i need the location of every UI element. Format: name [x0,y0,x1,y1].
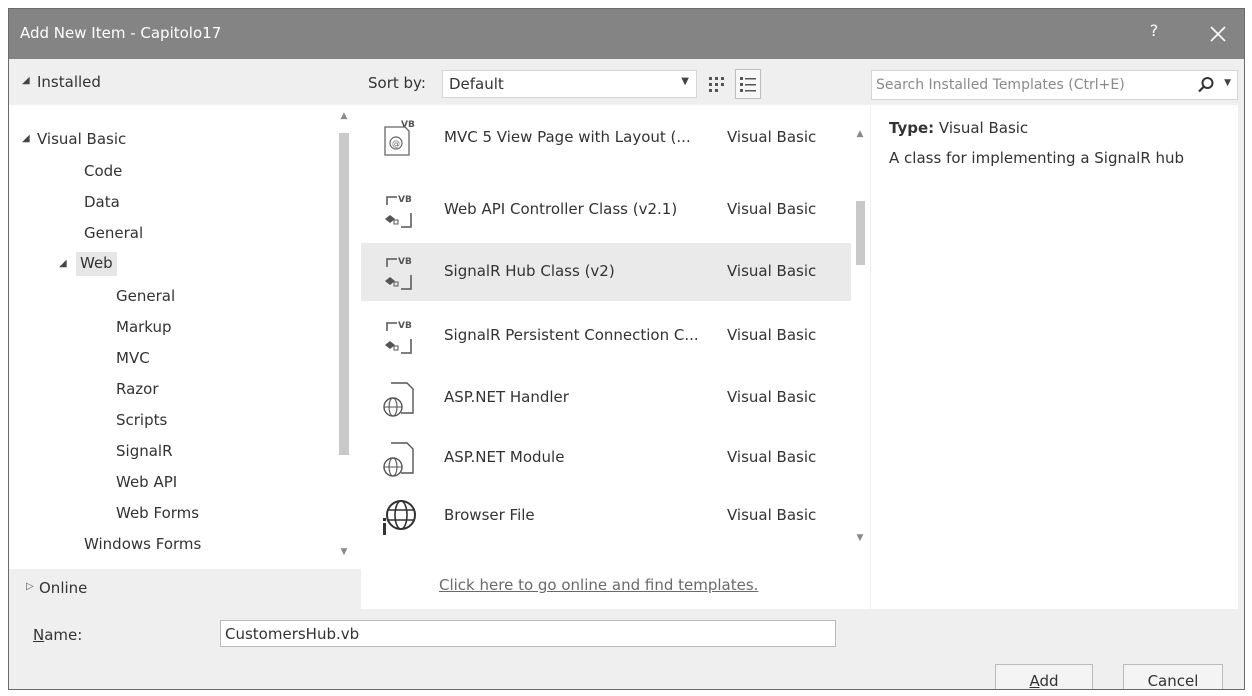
name-label-accelerator: N [33,626,45,644]
tree-item-web-api[interactable]: Web API [116,471,177,495]
template-item[interactable]: ASP.NET Handler Visual Basic [361,369,851,427]
template-name: Browser File [444,506,535,524]
template-description: A class for implementing a SignalR hub [889,149,1185,167]
tree-item-markup[interactable]: Markup [116,316,172,340]
svg-text:VB: VB [401,120,415,130]
template-name: ASP.NET Handler [444,388,569,406]
tree-scrollbar[interactable]: ▲ ▼ [336,105,352,569]
svg-text:VB: VB [398,321,412,331]
help-button[interactable]: ? [1143,21,1165,47]
svg-text:VB: VB [398,195,412,205]
template-list: @ VB MVC 5 View Page with Layout (... Vi… [361,105,870,569]
vb-class-icon: VB [385,257,412,290]
template-item[interactable]: Browser File Visual Basic [361,487,851,545]
type-label: Type: [889,119,935,137]
search-templates-box[interactable]: ▼ [871,70,1238,100]
add-button-accelerator: A [1029,672,1040,690]
online-link-area: Click here to go online and find templat… [361,569,870,609]
chevron-down-icon[interactable]: ▼ [1224,78,1231,88]
template-language: Visual Basic [727,388,817,406]
template-language: Visual Basic [727,262,817,280]
scroll-down-icon[interactable]: ▼ [337,547,351,557]
add-new-item-dialog: Add New Item - Capitolo17 ? ◢ Installed … [8,8,1245,690]
cancel-button[interactable]: Cancel [1123,664,1223,689]
tree-scrollbar-thumb[interactable] [339,133,349,455]
web-file-icon [383,382,414,417]
online-label: Online [39,579,88,597]
find-online-templates-link[interactable]: Click here to go online and find templat… [439,576,758,594]
tree-item-code[interactable]: Code [84,160,122,184]
template-item[interactable]: @ VB MVC 5 View Page with Layout (... Vi… [361,109,851,167]
template-name: Web API Controller Class (v2.1) [444,200,678,218]
svg-text:@: @ [392,139,400,148]
svg-text:VB: VB [398,257,412,267]
expand-triangle-icon[interactable]: ◢ [59,258,67,269]
tree-item-windows-forms[interactable]: Windows Forms [84,533,201,557]
tree-item-web-general[interactable]: General [116,285,175,309]
template-name: ASP.NET Module [444,448,565,466]
chevron-down-icon: ▼ [681,76,689,87]
installed-label: Installed [37,73,101,91]
browser-file-icon [383,500,416,535]
dialog-title: Add New Item - Capitolo17 [20,24,222,42]
list-view-icon [740,77,756,92]
template-type: Type: Visual Basic [889,119,1028,137]
vb-class-icon: VB [385,195,412,228]
template-item[interactable]: VB Web API Controller Class (v2.1) Visua… [361,181,851,239]
tree-item-scripts[interactable]: Scripts [116,409,167,433]
tree-item-general[interactable]: General [84,222,143,246]
scroll-up-icon[interactable]: ▲ [853,129,867,139]
template-item[interactable]: VB SignalR Hub Class (v2) Visual Basic [361,243,851,301]
web-file-icon [383,442,414,477]
tree-item-mvc[interactable]: MVC [116,347,150,371]
template-name: SignalR Hub Class (v2) [444,262,615,280]
add-button-text: dd [1039,672,1059,690]
category-tree: ◢ Visual Basic Code Data General ◢ Web G… [9,105,361,569]
template-list-scrollbar[interactable]: ▲ ▼ [852,105,868,569]
template-item[interactable]: VB SignalR Persistent Connection C... Vi… [361,307,851,365]
collapse-triangle-icon: ◢ [22,75,30,86]
title-bar: Add New Item - Capitolo17 ? [9,9,1244,59]
small-icons-grid-icon [709,77,724,92]
close-button[interactable] [1201,17,1235,51]
tree-item-signalr[interactable]: SignalR [116,440,173,464]
name-label-text: ame: [44,626,83,644]
installed-section-header[interactable]: ◢ Installed [9,59,361,105]
template-language: Visual Basic [727,200,817,218]
template-language: Visual Basic [727,128,817,146]
scroll-down-icon[interactable]: ▼ [853,533,867,543]
tree-item-visual-basic[interactable]: Visual Basic [37,128,126,152]
template-item[interactable]: ASP.NET Module Visual Basic [361,429,851,487]
scroll-up-icon[interactable]: ▲ [337,111,351,121]
template-list-scrollbar-thumb[interactable] [856,201,865,265]
tree-item-web-forms[interactable]: Web Forms [116,502,199,526]
template-details-pane: Type: Visual Basic A class for implement… [871,105,1238,609]
expand-triangle-icon[interactable]: ◢ [22,133,30,144]
close-icon [1210,26,1226,42]
online-section-header[interactable]: ▷ Online [9,569,361,609]
name-label: Name: [33,626,82,644]
type-value: Visual Basic [938,119,1029,137]
list-view-button[interactable] [735,69,761,99]
tree-item-data[interactable]: Data [84,191,120,215]
expand-triangle-icon: ▷ [26,581,34,592]
sort-by-dropdown[interactable]: Default ▼ [442,70,697,98]
template-language: Visual Basic [727,326,817,344]
template-name: SignalR Persistent Connection C... [444,326,699,344]
search-icon[interactable] [1197,76,1215,94]
name-field[interactable] [220,620,836,647]
sort-by-value: Default [449,75,504,93]
template-language: Visual Basic [727,448,817,466]
vb-view-page-icon: @ VB [384,120,415,156]
template-language: Visual Basic [727,506,817,524]
search-input[interactable] [876,74,1196,96]
small-icons-view-button[interactable] [704,69,730,99]
add-button[interactable]: Add [995,664,1093,690]
tree-item-web[interactable]: Web [76,252,117,276]
vb-class-icon: VB [385,321,412,354]
sort-by-label: Sort by: [368,74,426,92]
tree-item-razor[interactable]: Razor [116,378,159,402]
template-name: MVC 5 View Page with Layout (... [444,128,691,146]
